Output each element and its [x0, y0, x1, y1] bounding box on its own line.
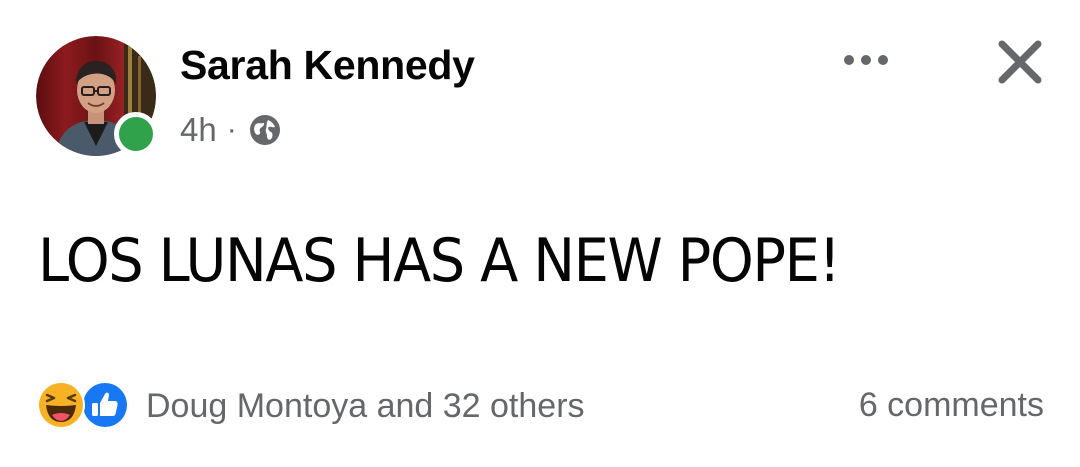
post-card: Sarah Kennedy 4h · LOS LUNAS HAS A NEW P…: [0, 0, 1080, 467]
reaction-icons: [36, 380, 136, 432]
online-status-dot: [114, 112, 158, 156]
post-meta: 4h ·: [180, 110, 283, 150]
more-options-button[interactable]: [836, 40, 896, 80]
more-dot-icon: [878, 55, 888, 65]
like-icon: [81, 381, 129, 429]
comments-count-link[interactable]: 6 comments: [859, 386, 1044, 425]
post-header: Sarah Kennedy 4h ·: [36, 36, 1046, 156]
post-footer: Doug Montoya and 32 others 6 comments: [36, 378, 1044, 434]
reactions-text: Doug Montoya and 32 others: [146, 386, 585, 425]
globe-icon[interactable]: [247, 112, 283, 148]
post-timestamp[interactable]: 4h: [180, 111, 217, 149]
reactions-summary[interactable]: Doug Montoya and 32 others: [36, 380, 585, 432]
meta-separator: ·: [226, 113, 237, 146]
close-icon[interactable]: [994, 36, 1046, 88]
more-dot-icon: [861, 55, 871, 65]
post-body-text: LOS LUNAS HAS A NEW POPE!: [38, 226, 841, 296]
author-name[interactable]: Sarah Kennedy: [180, 42, 475, 89]
author-avatar[interactable]: [36, 36, 158, 156]
haha-icon: [37, 381, 85, 429]
more-dot-icon: [844, 55, 854, 65]
